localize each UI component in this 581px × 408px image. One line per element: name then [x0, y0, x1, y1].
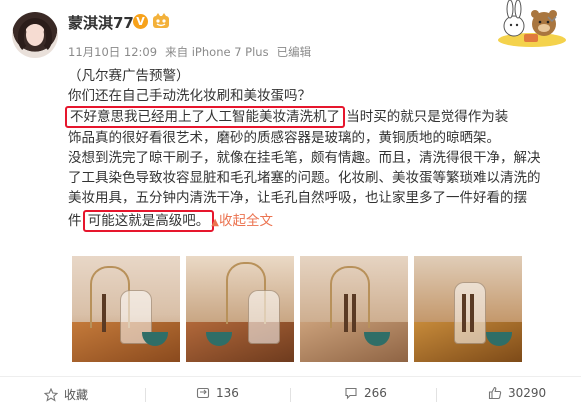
- action-separator: [436, 388, 437, 402]
- collapse-link[interactable]: ▲收起全文: [211, 213, 273, 229]
- post-line: 没想到洗完了晾干刷子，就像在挂毛笔，颇有情趣。而且，清洗得很干净，解决: [68, 150, 541, 166]
- post-line: 了工具染色导致妆容显脏和毛孔堵塞的问题。化妆刷、美妆蛋等繁琐难以清洗的: [68, 170, 541, 186]
- sticker-decoration: [488, 0, 570, 48]
- photo-brush: [470, 294, 474, 332]
- repost-count: 136: [216, 386, 239, 400]
- photo-grid: [72, 256, 544, 362]
- post-line: 不好意思我已经用上了人工智能美妆清洗机了 当时买的就只是觉得作为装: [65, 106, 568, 128]
- post-date[interactable]: 11月10日 12:09: [68, 45, 157, 59]
- post-line: 你们还在自己手动洗化妆刷和美妆蛋吗？: [68, 88, 311, 104]
- post-line: （凡尔赛广告预警）: [68, 68, 190, 84]
- author-name[interactable]: 蒙淇淇77: [68, 12, 134, 33]
- photo-brush: [102, 294, 106, 332]
- favorite-button[interactable]: 收藏: [44, 386, 88, 403]
- avatar[interactable]: [12, 12, 58, 58]
- repost-icon: [196, 386, 210, 400]
- post-photo[interactable]: [300, 256, 408, 362]
- highlight-box: 不好意思我已经用上了人工智能美妆清洗机了: [65, 106, 345, 128]
- comment-button[interactable]: 266: [344, 386, 387, 400]
- repost-button[interactable]: 136: [196, 386, 239, 400]
- avatar-face: [26, 24, 44, 46]
- fan-badge-icon: [152, 13, 170, 30]
- highlight-box: 可能这就是高级吧。: [82, 210, 215, 232]
- star-icon: [44, 387, 58, 402]
- post-photo[interactable]: [72, 256, 180, 362]
- footer-divider: [0, 376, 581, 377]
- comment-count: 266: [364, 386, 387, 400]
- post-source: 来自 iPhone 7 Plus: [165, 45, 269, 59]
- like-button[interactable]: 30290: [488, 386, 546, 400]
- post-line: 美妆用具，五分钟内清洗干净，让毛孔自然呼吸，也让家里多了一件好看的摆: [68, 190, 527, 206]
- post-photo[interactable]: [414, 256, 522, 362]
- photo-brush: [344, 294, 348, 332]
- photo-brush: [352, 294, 356, 332]
- chevron-up-icon: ▲: [211, 217, 219, 228]
- action-separator: [290, 388, 291, 402]
- post-meta: 11月10日 12:09 来自 iPhone 7 Plus 已编辑: [68, 44, 319, 60]
- photo-dry-rack: [330, 266, 370, 328]
- action-separator: [145, 388, 146, 402]
- favorite-label: 收藏: [64, 388, 89, 402]
- post-text: （凡尔赛广告预警） 你们还在自己手动洗化妆刷和美妆蛋吗？ 不好意思我已经用上了人…: [65, 66, 568, 233]
- thumbs-up-icon: [488, 386, 502, 400]
- photo-brush: [462, 294, 466, 332]
- verified-badge-icon: V: [133, 14, 148, 29]
- photo-jar: [248, 290, 280, 344]
- chevron-down-icon[interactable]: [547, 14, 557, 24]
- post-photo[interactable]: [186, 256, 294, 362]
- post-edited-label: 已编辑: [276, 45, 312, 59]
- post-line: 饰品真的很好看很艺术，磨砂的质感容器是玻璃的，黄铜质地的晾晒架。: [68, 130, 500, 146]
- post-line: 件 可能这就是高级吧。 ▲收起全文: [68, 210, 568, 233]
- like-count: 30290: [508, 386, 547, 400]
- comment-icon: [344, 386, 358, 400]
